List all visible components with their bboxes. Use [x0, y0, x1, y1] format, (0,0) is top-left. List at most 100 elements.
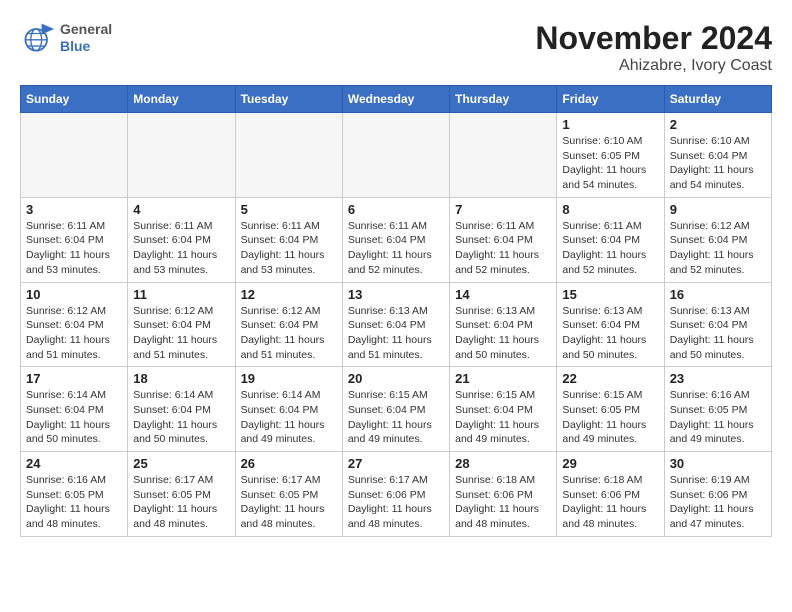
day-info: Sunrise: 6:17 AM Sunset: 6:06 PM Dayligh… — [348, 473, 444, 532]
calendar-cell: 9 Sunrise: 6:12 AM Sunset: 6:04 PM Daylig… — [664, 197, 771, 282]
day-number: 17 — [26, 371, 122, 386]
day-number: 16 — [670, 287, 766, 302]
day-info: Sunrise: 6:15 AM Sunset: 6:04 PM Dayligh… — [348, 388, 444, 447]
calendar-cell: 3Sunrise: 6:11 AM Sunset: 6:04 PM Daylig… — [21, 197, 128, 282]
calendar-header-monday: Monday — [128, 86, 235, 113]
calendar-cell: 4 Sunrise: 6:11 AM Sunset: 6:04 PM Daylig… — [128, 197, 235, 282]
calendar-cell: 2 Sunrise: 6:10 AM Sunset: 6:04 PM Daylig… — [664, 113, 771, 198]
calendar-cell: 15Sunrise: 6:13 AM Sunset: 6:04 PM Dayli… — [557, 282, 664, 367]
calendar-cell: 8 Sunrise: 6:11 AM Sunset: 6:04 PM Daylig… — [557, 197, 664, 282]
day-number: 4 — [133, 202, 229, 217]
day-info: Sunrise: 6:17 AM Sunset: 6:05 PM Dayligh… — [241, 473, 337, 532]
calendar-cell: 26 Sunrise: 6:17 AM Sunset: 6:05 PM Dayli… — [235, 452, 342, 537]
day-info: Sunrise: 6:11 AM Sunset: 6:04 PM Dayligh… — [133, 219, 229, 278]
calendar-header-friday: Friday — [557, 86, 664, 113]
day-info: Sunrise: 6:11 AM Sunset: 6:04 PM Dayligh… — [562, 219, 658, 278]
week-row-1: 1Sunrise: 6:10 AM Sunset: 6:05 PM Daylig… — [21, 113, 772, 198]
logo-icon — [20, 20, 56, 56]
day-info: Sunrise: 6:10 AM Sunset: 6:05 PM Dayligh… — [562, 134, 658, 193]
page-header: General Blue November 2024 Ahizabre, Ivo… — [20, 20, 772, 75]
day-number: 20 — [348, 371, 444, 386]
calendar-header-row: SundayMondayTuesdayWednesdayThursdayFrid… — [21, 86, 772, 113]
logo-blue: Blue — [60, 38, 112, 55]
day-info: Sunrise: 6:11 AM Sunset: 6:04 PM Dayligh… — [455, 219, 551, 278]
calendar-cell: 28Sunrise: 6:18 AM Sunset: 6:06 PM Dayli… — [450, 452, 557, 537]
calendar-cell: 6Sunrise: 6:11 AM Sunset: 6:04 PM Daylig… — [342, 197, 449, 282]
day-number: 26 — [241, 456, 337, 471]
day-number: 7 — [455, 202, 551, 217]
title-block: November 2024 Ahizabre, Ivory Coast — [535, 20, 772, 75]
day-number: 27 — [348, 456, 444, 471]
location-title: Ahizabre, Ivory Coast — [535, 57, 772, 75]
calendar-cell — [21, 113, 128, 198]
week-row-4: 17 Sunrise: 6:14 AM Sunset: 6:04 PM Dayli… — [21, 367, 772, 452]
calendar-cell: 22Sunrise: 6:15 AM Sunset: 6:05 PM Dayli… — [557, 367, 664, 452]
day-number: 23 — [670, 371, 766, 386]
week-row-3: 10 Sunrise: 6:12 AM Sunset: 6:04 PM Dayli… — [21, 282, 772, 367]
calendar-cell: 1Sunrise: 6:10 AM Sunset: 6:05 PM Daylig… — [557, 113, 664, 198]
day-number: 15 — [562, 287, 658, 302]
day-info: Sunrise: 6:19 AM Sunset: 6:06 PM Dayligh… — [670, 473, 766, 532]
day-number: 2 — [670, 117, 766, 132]
day-number: 11 — [133, 287, 229, 302]
day-info: Sunrise: 6:13 AM Sunset: 6:04 PM Dayligh… — [348, 304, 444, 363]
day-number: 21 — [455, 371, 551, 386]
calendar-cell: 17 Sunrise: 6:14 AM Sunset: 6:04 PM Dayli… — [21, 367, 128, 452]
calendar-cell: 20 Sunrise: 6:15 AM Sunset: 6:04 PM Dayli… — [342, 367, 449, 452]
day-info: Sunrise: 6:14 AM Sunset: 6:04 PM Dayligh… — [133, 388, 229, 447]
calendar-cell: 23 Sunrise: 6:16 AM Sunset: 6:05 PM Dayli… — [664, 367, 771, 452]
calendar-cell: 25 Sunrise: 6:17 AM Sunset: 6:05 PM Dayli… — [128, 452, 235, 537]
day-number: 10 — [26, 287, 122, 302]
day-number: 25 — [133, 456, 229, 471]
week-row-2: 3Sunrise: 6:11 AM Sunset: 6:04 PM Daylig… — [21, 197, 772, 282]
day-number: 5 — [241, 202, 337, 217]
day-info: Sunrise: 6:11 AM Sunset: 6:04 PM Dayligh… — [241, 219, 337, 278]
logo: General Blue — [20, 20, 112, 56]
calendar-cell: 7 Sunrise: 6:11 AM Sunset: 6:04 PM Daylig… — [450, 197, 557, 282]
calendar-cell: 30 Sunrise: 6:19 AM Sunset: 6:06 PM Dayli… — [664, 452, 771, 537]
calendar-cell: 10 Sunrise: 6:12 AM Sunset: 6:04 PM Dayli… — [21, 282, 128, 367]
calendar-cell: 21 Sunrise: 6:15 AM Sunset: 6:04 PM Dayli… — [450, 367, 557, 452]
calendar-header-sunday: Sunday — [21, 86, 128, 113]
calendar-cell — [342, 113, 449, 198]
day-number: 30 — [670, 456, 766, 471]
day-number: 13 — [348, 287, 444, 302]
calendar-table: SundayMondayTuesdayWednesdayThursdayFrid… — [20, 85, 772, 537]
day-info: Sunrise: 6:13 AM Sunset: 6:04 PM Dayligh… — [455, 304, 551, 363]
calendar-cell: 13 Sunrise: 6:13 AM Sunset: 6:04 PM Dayli… — [342, 282, 449, 367]
calendar-header-tuesday: Tuesday — [235, 86, 342, 113]
calendar-cell: 24 Sunrise: 6:16 AM Sunset: 6:05 PM Dayli… — [21, 452, 128, 537]
day-info: Sunrise: 6:18 AM Sunset: 6:06 PM Dayligh… — [562, 473, 658, 532]
week-row-5: 24 Sunrise: 6:16 AM Sunset: 6:05 PM Dayli… — [21, 452, 772, 537]
day-info: Sunrise: 6:17 AM Sunset: 6:05 PM Dayligh… — [133, 473, 229, 532]
calendar-header-saturday: Saturday — [664, 86, 771, 113]
day-number: 24 — [26, 456, 122, 471]
day-info: Sunrise: 6:10 AM Sunset: 6:04 PM Dayligh… — [670, 134, 766, 193]
day-info: Sunrise: 6:12 AM Sunset: 6:04 PM Dayligh… — [26, 304, 122, 363]
calendar-cell: 18Sunrise: 6:14 AM Sunset: 6:04 PM Dayli… — [128, 367, 235, 452]
calendar-cell — [128, 113, 235, 198]
day-number: 14 — [455, 287, 551, 302]
day-info: Sunrise: 6:15 AM Sunset: 6:04 PM Dayligh… — [455, 388, 551, 447]
day-info: Sunrise: 6:12 AM Sunset: 6:04 PM Dayligh… — [670, 219, 766, 278]
day-number: 6 — [348, 202, 444, 217]
day-info: Sunrise: 6:16 AM Sunset: 6:05 PM Dayligh… — [26, 473, 122, 532]
calendar-header-wednesday: Wednesday — [342, 86, 449, 113]
logo-general: General — [60, 21, 112, 38]
day-number: 9 — [670, 202, 766, 217]
day-info: Sunrise: 6:16 AM Sunset: 6:05 PM Dayligh… — [670, 388, 766, 447]
day-number: 8 — [562, 202, 658, 217]
calendar-header-thursday: Thursday — [450, 86, 557, 113]
calendar-cell: 14 Sunrise: 6:13 AM Sunset: 6:04 PM Dayli… — [450, 282, 557, 367]
day-info: Sunrise: 6:12 AM Sunset: 6:04 PM Dayligh… — [241, 304, 337, 363]
calendar-cell: 16Sunrise: 6:13 AM Sunset: 6:04 PM Dayli… — [664, 282, 771, 367]
logo-text: General Blue — [60, 21, 112, 55]
day-info: Sunrise: 6:14 AM Sunset: 6:04 PM Dayligh… — [26, 388, 122, 447]
calendar-cell — [450, 113, 557, 198]
month-title: November 2024 — [535, 20, 772, 57]
day-number: 22 — [562, 371, 658, 386]
day-info: Sunrise: 6:11 AM Sunset: 6:04 PM Dayligh… — [26, 219, 122, 278]
calendar-cell: 29Sunrise: 6:18 AM Sunset: 6:06 PM Dayli… — [557, 452, 664, 537]
calendar-cell — [235, 113, 342, 198]
calendar-cell: 12Sunrise: 6:12 AM Sunset: 6:04 PM Dayli… — [235, 282, 342, 367]
